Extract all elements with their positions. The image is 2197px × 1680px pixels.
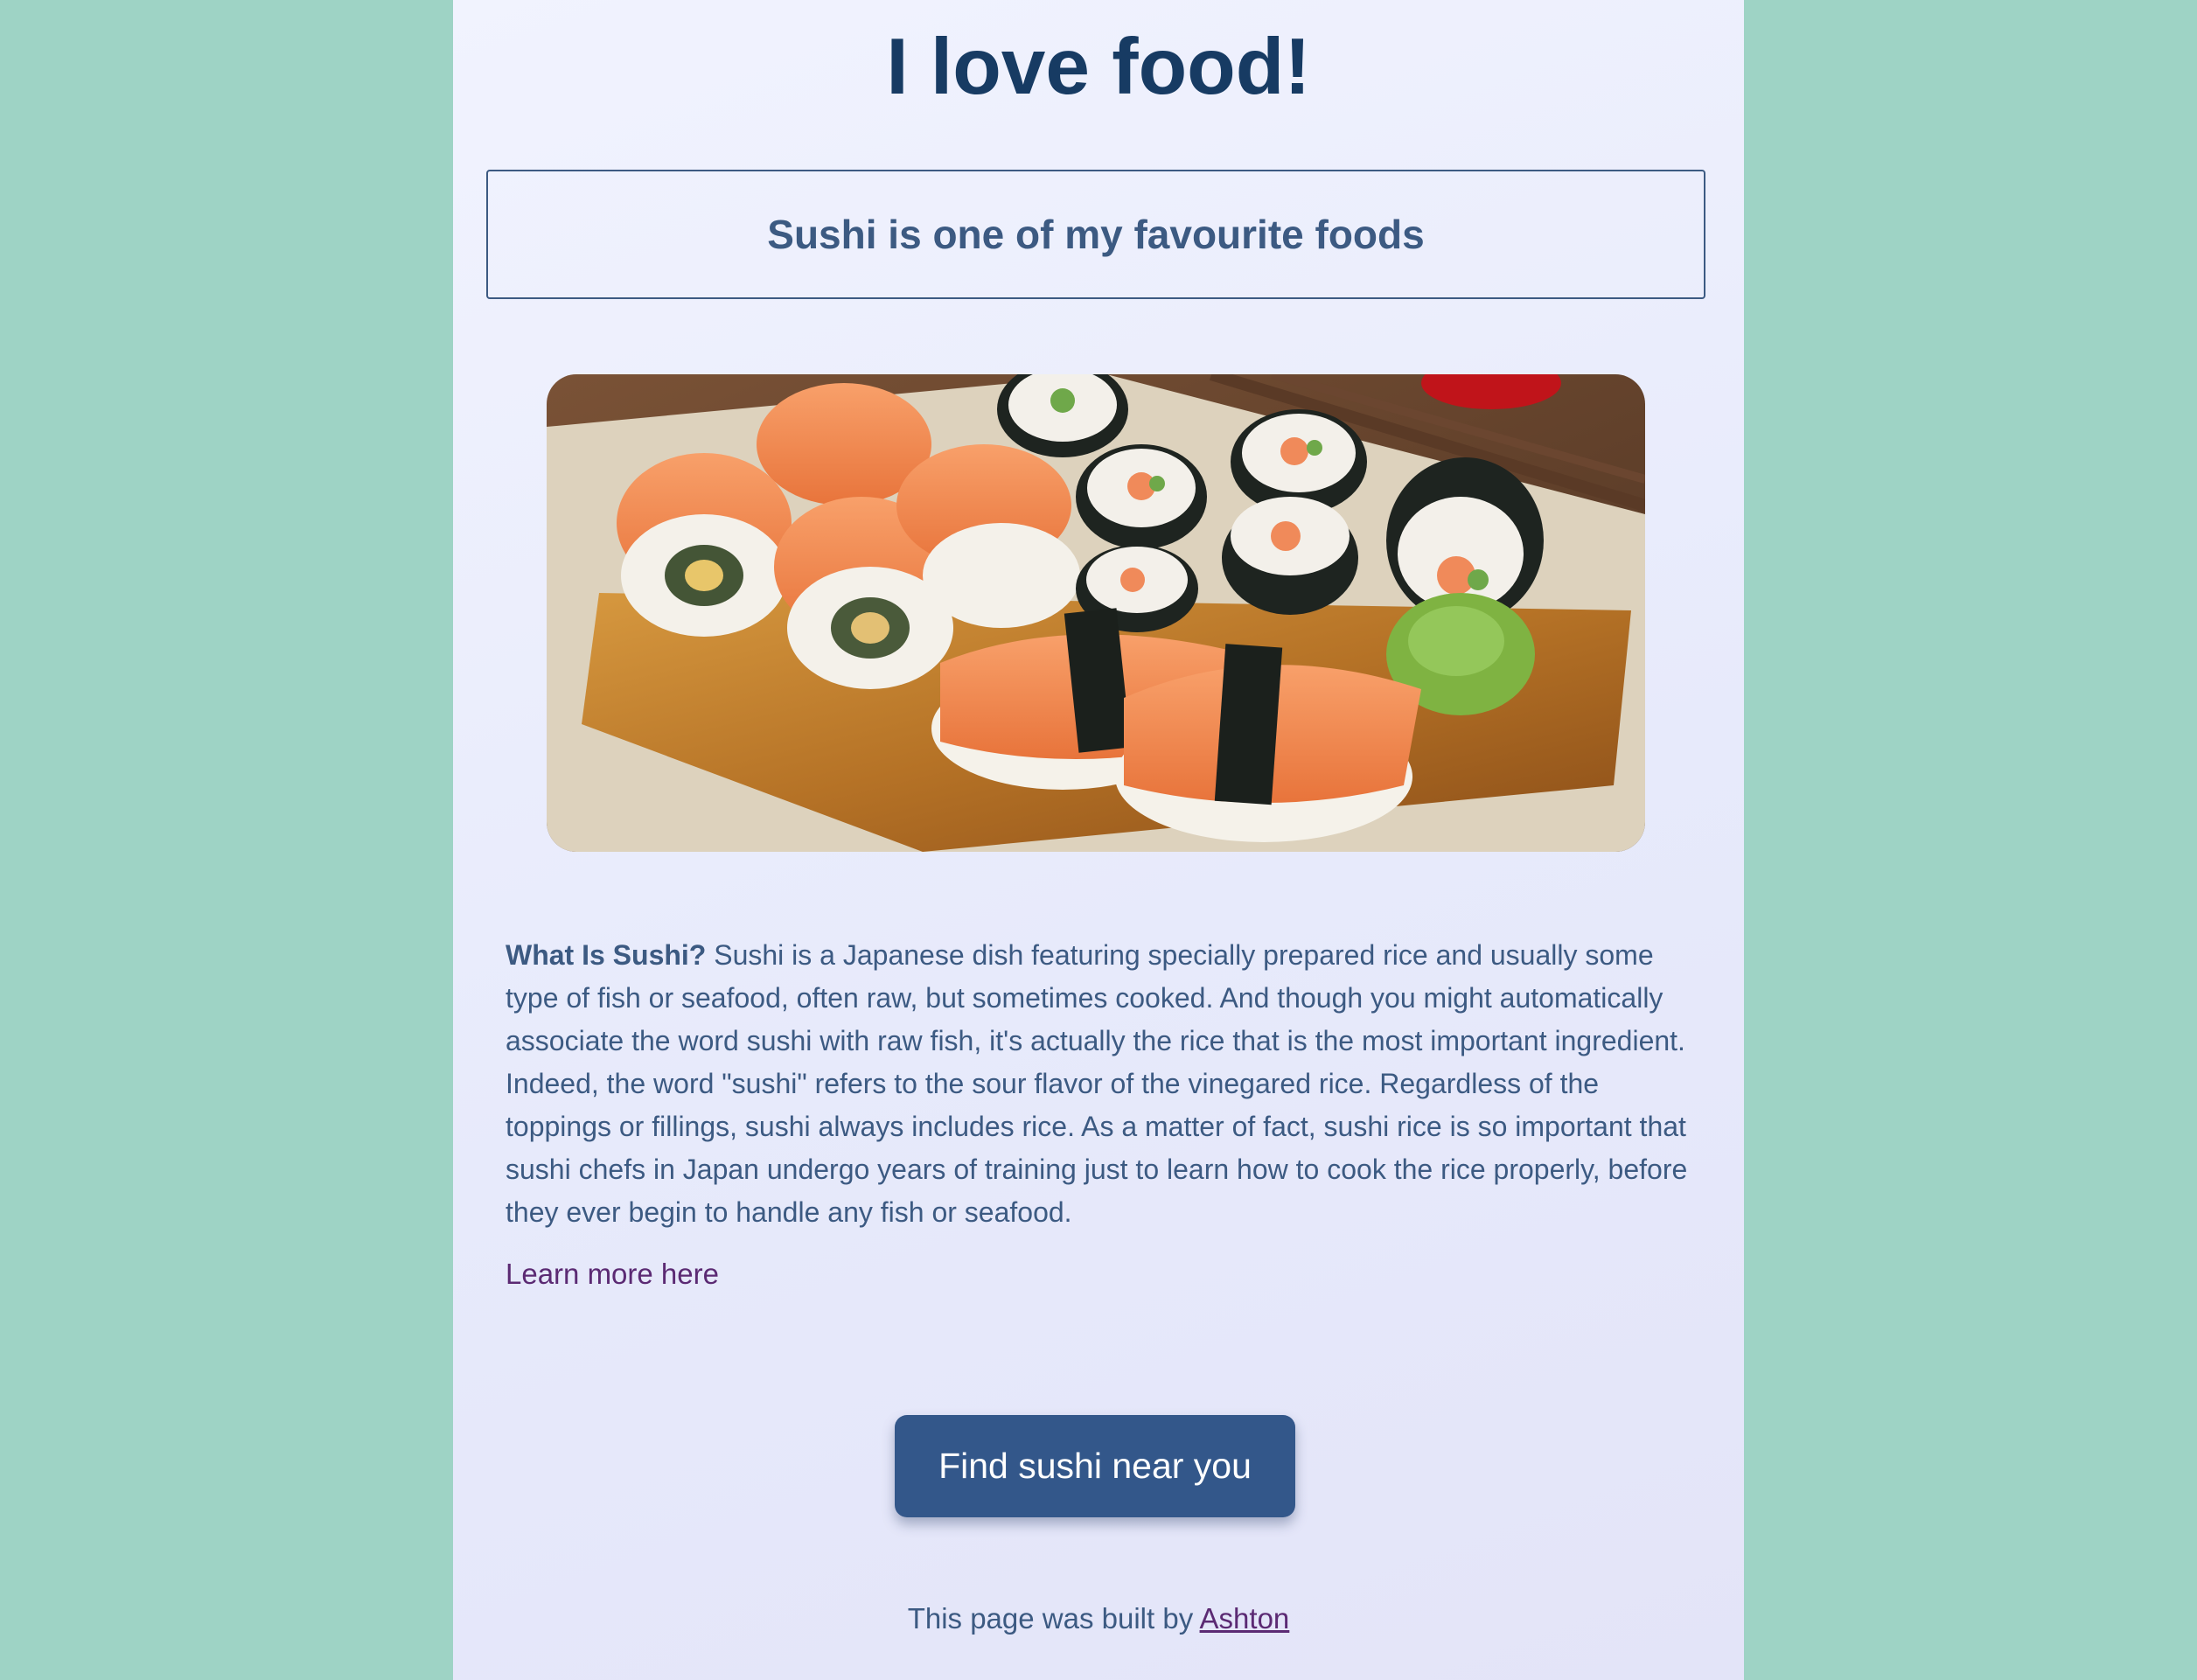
subtitle: Sushi is one of my favourite foods xyxy=(767,212,1425,257)
learn-more-link[interactable]: Learn more here xyxy=(506,1254,719,1293)
subtitle-box: Sushi is one of my favourite foods xyxy=(486,170,1705,299)
author-link[interactable]: Ashton xyxy=(1200,1602,1290,1635)
page-title: I love food! xyxy=(886,23,1311,111)
description-body: Sushi is a Japanese dish featuring speci… xyxy=(506,939,1688,1228)
find-sushi-button[interactable]: Find sushi near you xyxy=(895,1415,1295,1517)
description-lead: What Is Sushi? xyxy=(506,939,707,971)
sushi-description: What Is Sushi? Sushi is a Japanese dish … xyxy=(506,934,1695,1234)
footer: This page was built by Ashton xyxy=(453,1602,1744,1635)
page-container: I love food! Sushi is one of my favourit… xyxy=(453,0,1744,1680)
sushi-image xyxy=(547,374,1645,852)
footer-text: This page was built by xyxy=(907,1602,1200,1635)
